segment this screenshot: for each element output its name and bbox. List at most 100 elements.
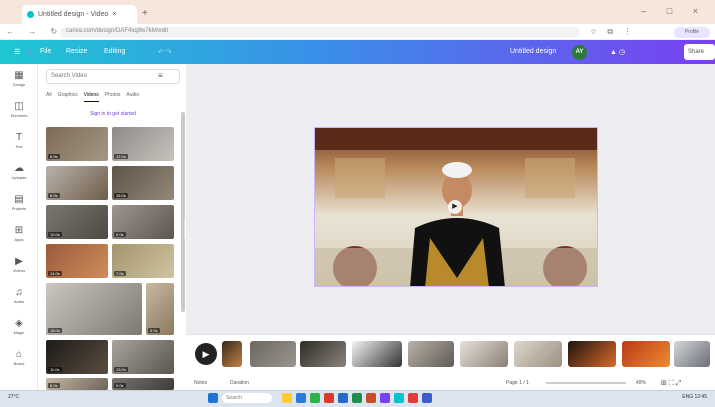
rail-icon: ▦: [14, 70, 24, 81]
new-tab-button[interactable]: +: [142, 8, 148, 19]
rail-item-brand[interactable]: ⌂ Brand: [0, 349, 38, 366]
timeline-clip[interactable]: [408, 341, 454, 367]
duration-badge: 16.0s: [114, 193, 128, 198]
duration-badge: 8.0s: [48, 193, 60, 198]
tab-title: Untitled design - Video: [38, 11, 109, 18]
panel-tab-photos[interactable]: Photos: [105, 92, 121, 102]
video-thumbnail[interactable]: 6.0s: [46, 378, 108, 390]
video-thumbnail[interactable]: 5.0s: [146, 283, 174, 335]
rail-item-elements[interactable]: ◫ Elements: [0, 101, 38, 118]
file-explorer-icon[interactable]: [282, 393, 292, 403]
system-clock: ENG 12:45: [682, 394, 707, 400]
rail-label: Uploads: [11, 175, 27, 180]
duration-badge: 9.0s: [114, 232, 126, 237]
profile-button[interactable]: Profile: [674, 27, 710, 38]
upload-icons[interactable]: ▲ ◷: [610, 48, 625, 56]
panel-tabs: All Graphics Videos Photos Audio: [46, 92, 180, 102]
zoom-slider[interactable]: [546, 382, 626, 384]
address-bar-icons[interactable]: ☆ ⧉ ⋮: [590, 27, 635, 37]
edge-icon[interactable]: [296, 393, 306, 403]
rail-label: Elements: [10, 113, 28, 118]
rail-icon: ◈: [15, 318, 23, 329]
editor-toolbar: ☰ File Resize Editing ↶ ↷ Untitled desig…: [0, 40, 715, 64]
rail-item-text[interactable]: T Text: [0, 132, 38, 149]
zoom-level[interactable]: 49%: [636, 380, 646, 386]
timeline-clip[interactable]: [622, 341, 670, 367]
timeline-clip[interactable]: [514, 341, 562, 367]
panel-tab-audio[interactable]: Audio: [126, 92, 139, 102]
timeline-clip[interactable]: [250, 341, 296, 367]
office-icon[interactable]: [324, 393, 334, 403]
duration-badge: 7.0s: [114, 271, 126, 276]
rail-icon: ▤: [14, 194, 24, 205]
store-icon[interactable]: [422, 393, 432, 403]
video-thumbnail[interactable]: 9.0s: [112, 205, 174, 239]
media-app-icon[interactable]: [408, 393, 418, 403]
word-icon[interactable]: [338, 393, 348, 403]
rail-icon: ◫: [14, 101, 24, 112]
rail-label: Apps: [14, 237, 24, 242]
undo-redo-icons[interactable]: ↶ ↷: [158, 48, 172, 56]
duration-badge: 5.0s: [148, 328, 160, 333]
panel-tab-all[interactable]: All: [46, 92, 52, 102]
video-thumbnail[interactable]: 6.0s: [46, 127, 108, 161]
video-thumbnail[interactable]: 11.0s: [46, 340, 108, 374]
taskbar-search[interactable]: Search: [222, 393, 272, 403]
rail-item-uploads[interactable]: ☁ Uploads: [0, 163, 38, 180]
avatar[interactable]: AY: [572, 45, 587, 60]
panel-scrollbar[interactable]: [181, 112, 185, 312]
timeline-clip[interactable]: [460, 341, 508, 367]
video-thumbnail[interactable]: 9.0s: [112, 378, 174, 390]
resize-button[interactable]: Resize: [66, 48, 87, 55]
powerpoint-icon[interactable]: [366, 393, 376, 403]
panel-tab-graphics[interactable]: Graphics: [58, 92, 78, 102]
duration-button[interactable]: Duration: [230, 380, 249, 386]
excel-icon[interactable]: [352, 393, 362, 403]
timeline-clip[interactable]: [674, 341, 710, 367]
rail-item-design[interactable]: ▦ Design: [0, 70, 38, 87]
window-controls[interactable]: – □ ×: [641, 6, 707, 16]
signin-link[interactable]: Sign in to get started: [46, 111, 180, 117]
video-thumbnail[interactable]: 8.0s: [46, 166, 108, 200]
timeline-clip[interactable]: [300, 341, 346, 367]
notes-button[interactable]: Notes: [194, 380, 207, 386]
file-menu[interactable]: File: [40, 48, 51, 55]
menu-icon[interactable]: ☰: [14, 48, 20, 56]
canva-app-icon[interactable]: [394, 393, 404, 403]
page-indicator: Page 1 / 1: [506, 380, 529, 386]
video-thumbnail[interactable]: 13.0s: [112, 340, 174, 374]
filter-icon[interactable]: ≡: [158, 71, 163, 80]
rail-item-magic[interactable]: ◈ Magic: [0, 318, 38, 335]
video-thumbnail[interactable]: 18.0s: [46, 283, 142, 335]
video-thumbnail[interactable]: 12.0s: [112, 127, 174, 161]
rail-item-videos[interactable]: ▶ Videos: [0, 256, 38, 273]
video-thumbnail[interactable]: 7.0s: [112, 244, 174, 278]
video-play-icon[interactable]: ▶: [448, 200, 462, 214]
windows-start-icon[interactable]: [208, 393, 218, 403]
chrome-icon[interactable]: [310, 393, 320, 403]
rail-item-apps[interactable]: ⊞ Apps: [0, 225, 38, 242]
editing-mode-button[interactable]: Editing: [104, 48, 125, 55]
timeline-clip[interactable]: [568, 341, 616, 367]
status-bar: Notes Duration Page 1 / 1 49% ⊞ ⛶ ⤢: [186, 376, 715, 390]
video-thumbnail[interactable]: 10.0s: [46, 205, 108, 239]
panel-tab-videos[interactable]: Videos: [83, 92, 99, 102]
teams-icon[interactable]: [380, 393, 390, 403]
timeline-play-button[interactable]: ▶: [195, 343, 217, 365]
design-title[interactable]: Untitled design: [510, 48, 556, 55]
duration-badge: 6.0s: [48, 383, 60, 388]
url-field[interactable]: canva.com/design/DAF4xq9w7kM/edit: [60, 27, 580, 38]
close-tab-icon[interactable]: ×: [112, 11, 116, 18]
rail-item-audio[interactable]: ♫ Audio: [0, 287, 38, 304]
browser-tab[interactable]: Untitled design - Video ×: [22, 5, 137, 24]
video-thumbnail[interactable]: 16.0s: [112, 166, 174, 200]
view-icons[interactable]: ⊞ ⛶ ⤢: [661, 379, 681, 388]
weather-widget[interactable]: 27°C: [8, 394, 19, 400]
duration-badge: 12.0s: [114, 154, 128, 159]
rail-icon: ▶: [15, 256, 23, 267]
share-button[interactable]: Share: [684, 44, 715, 60]
timeline-clip[interactable]: [222, 341, 242, 367]
timeline-clip[interactable]: [352, 341, 402, 367]
rail-item-projects[interactable]: ▤ Projects: [0, 194, 38, 211]
video-thumbnail[interactable]: 14.0s: [46, 244, 108, 278]
